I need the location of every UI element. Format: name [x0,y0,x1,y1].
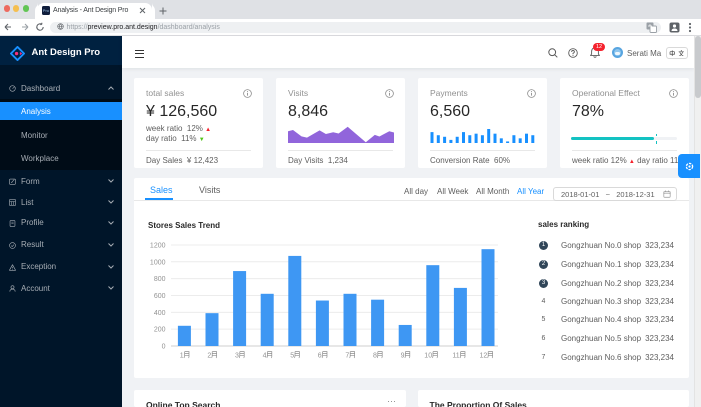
svg-text:1: 1 [180,353,184,360]
svg-text:2: 2 [207,353,211,360]
svg-text:9: 9 [401,353,405,360]
svg-text:12: 12 [480,353,488,360]
svg-text:5: 5 [290,353,294,360]
svg-text:4: 4 [263,353,267,360]
svg-text:1000: 1000 [150,259,166,266]
svg-text:3: 3 [235,353,239,360]
svg-text:200: 200 [154,327,166,334]
svg-text:11: 11 [452,353,459,360]
svg-text:800: 800 [154,276,166,283]
svg-text:1200: 1200 [150,242,166,249]
svg-text:0: 0 [162,344,166,351]
svg-text:400: 400 [154,310,166,317]
svg-text:8: 8 [373,353,377,360]
svg-text:6: 6 [318,353,322,360]
svg-text:7: 7 [345,353,349,360]
svg-text:10: 10 [424,353,432,360]
svg-text:600: 600 [154,293,166,300]
